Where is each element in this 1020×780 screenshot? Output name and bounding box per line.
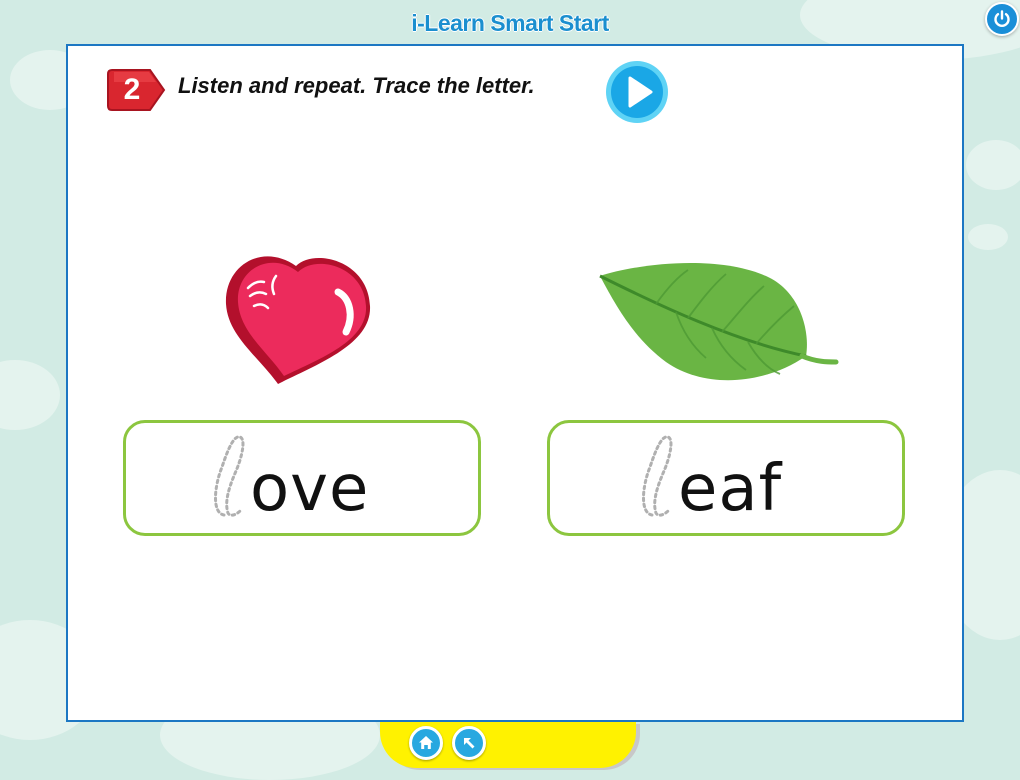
activity-number: 2	[123, 73, 141, 106]
heart-icon	[225, 256, 371, 384]
audio-play-button[interactable]	[605, 60, 669, 124]
word-remainder: eaf	[678, 452, 783, 526]
play-icon	[606, 61, 668, 123]
word-remainder: ove	[250, 452, 370, 526]
trace-letter-l[interactable]	[210, 427, 250, 523]
activity-number-badge: 2	[106, 68, 166, 112]
back-button[interactable]	[452, 726, 486, 760]
back-arrow-icon	[464, 738, 475, 749]
background-cloud	[0, 360, 60, 430]
bottom-nav-bar	[380, 722, 636, 768]
app-title: i-Learn Smart Start	[411, 10, 609, 36]
leaf-icon	[599, 262, 839, 381]
home-icon	[419, 736, 433, 749]
word-box-leaf[interactable]: eaf	[547, 420, 905, 536]
instruction-text: Listen and repeat. Trace the letter.	[178, 73, 535, 98]
trace-letter-l[interactable]	[638, 427, 678, 523]
activity-panel: 2 Listen and repeat. Trace the letter. o…	[66, 44, 964, 722]
picture-card-leaf	[596, 258, 840, 392]
power-icon	[994, 10, 1010, 28]
picture-card-love	[218, 236, 388, 400]
background-cloud	[968, 224, 1008, 250]
power-button[interactable]	[985, 2, 1019, 36]
home-button[interactable]	[409, 726, 443, 760]
word-box-love[interactable]: ove	[123, 420, 481, 536]
background-cloud	[966, 140, 1020, 190]
